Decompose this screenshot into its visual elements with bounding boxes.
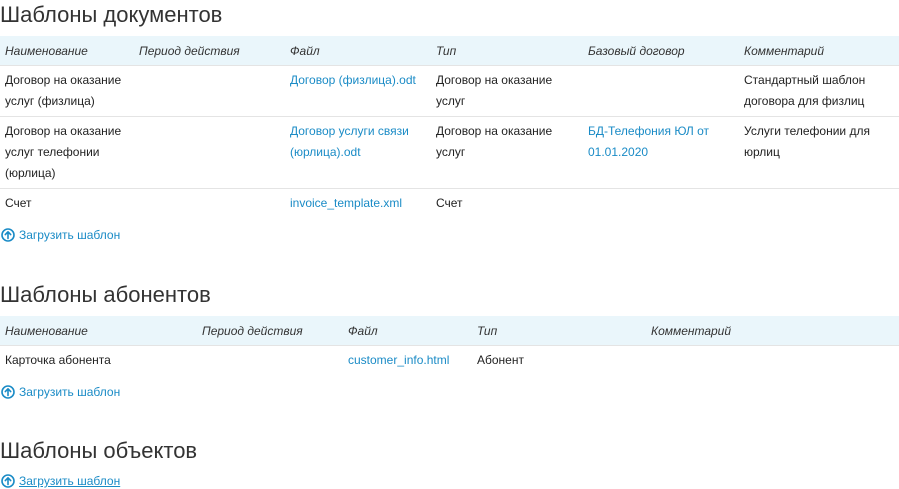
template-file-link[interactable]: Договор услуги связи (юрлица).odt — [290, 124, 409, 159]
template-name: Счет — [5, 196, 32, 210]
column-header-file[interactable]: Файл — [285, 36, 431, 66]
template-type: Абонент — [477, 353, 524, 367]
template-base-contract — [583, 189, 739, 219]
template-comment: Стандартный шаблон договора для физлиц — [739, 65, 899, 117]
template-base-contract-cell: БД-Телефония ЮЛ от 01.01.2020 — [583, 116, 739, 189]
template-name: Карточка абонента — [5, 353, 111, 367]
column-header-base-contract[interactable]: Базовый договор — [583, 36, 739, 66]
template-period — [134, 65, 285, 117]
upload-subscriber-template-link[interactable]: Загрузить шаблон — [1, 384, 120, 400]
column-header-period[interactable]: Период действия — [197, 316, 343, 346]
upload-label: Загрузить шаблон — [19, 228, 121, 242]
upload-label: Загрузить шаблон — [19, 385, 121, 399]
template-name: Договор на оказание услуг телефонии (юрл… — [0, 116, 134, 189]
column-header-comment[interactable]: Комментарий — [646, 316, 899, 346]
column-header-type[interactable]: Тип — [431, 36, 583, 66]
column-header-comment[interactable]: Комментарий — [739, 36, 899, 66]
subscribers-table: Наименование Период действия Файл Тип Ко… — [0, 316, 899, 375]
table-row: Договор на оказание услуг (физлица) Дого… — [0, 65, 899, 117]
documents-header-row: Наименование Период действия Файл Тип Ба… — [0, 36, 899, 66]
template-period — [134, 116, 285, 189]
subscribers-title: Шаблоны абонентов — [0, 282, 211, 307]
template-name: Договор на оказание услуг (физлица) — [0, 65, 134, 117]
upload-arrow-circle-icon — [1, 228, 15, 242]
documents-title: Шаблоны документов — [0, 2, 223, 27]
template-file-link[interactable]: customer_info.html — [348, 353, 449, 367]
template-base-contract — [583, 65, 739, 117]
upload-arrow-circle-icon — [1, 474, 15, 488]
template-type: Счет — [436, 196, 463, 210]
column-header-name[interactable]: Наименование — [0, 36, 134, 66]
template-period — [197, 346, 343, 376]
template-file-cell: invoice_template.xml — [285, 189, 431, 219]
upload-object-template-link[interactable]: Загрузить шаблон — [1, 473, 120, 489]
column-header-period[interactable]: Период действия — [134, 36, 285, 66]
template-file-cell: Договор услуги связи (юрлица).odt — [285, 116, 431, 189]
column-header-file[interactable]: Файл — [343, 316, 472, 346]
table-row: Счет invoice_template.xml Счет — [0, 189, 899, 219]
upload-document-template-link[interactable]: Загрузить шаблон — [1, 227, 120, 243]
column-header-name[interactable]: Наименование — [0, 316, 197, 346]
template-file-cell: Договор (физлица).odt — [285, 65, 431, 117]
template-comment — [646, 346, 899, 376]
base-contract-link[interactable]: БД-Телефония ЮЛ от 01.01.2020 — [588, 124, 709, 159]
subscribers-header-row: Наименование Период действия Файл Тип Ко… — [0, 316, 899, 346]
template-file-link[interactable]: invoice_template.xml — [290, 196, 402, 210]
table-row: Договор на оказание услуг телефонии (юрл… — [0, 116, 899, 189]
table-row: Карточка абонента customer_info.html Або… — [0, 346, 899, 376]
objects-title: Шаблоны объектов — [0, 438, 198, 463]
column-header-type[interactable]: Тип — [472, 316, 646, 346]
template-type: Договор на оказание услуг — [431, 116, 583, 189]
upload-label: Загрузить шаблон — [19, 474, 121, 488]
documents-table: Наименование Период действия Файл Тип Ба… — [0, 36, 899, 218]
upload-arrow-circle-icon — [1, 385, 15, 399]
template-comment — [739, 189, 899, 219]
template-type: Договор на оказание услуг — [431, 65, 583, 117]
template-file-cell: customer_info.html — [343, 346, 472, 376]
template-period — [134, 189, 285, 219]
template-file-link[interactable]: Договор (физлица).odt — [290, 73, 416, 87]
template-comment: Услуги телефонии для юрлиц — [739, 116, 899, 189]
